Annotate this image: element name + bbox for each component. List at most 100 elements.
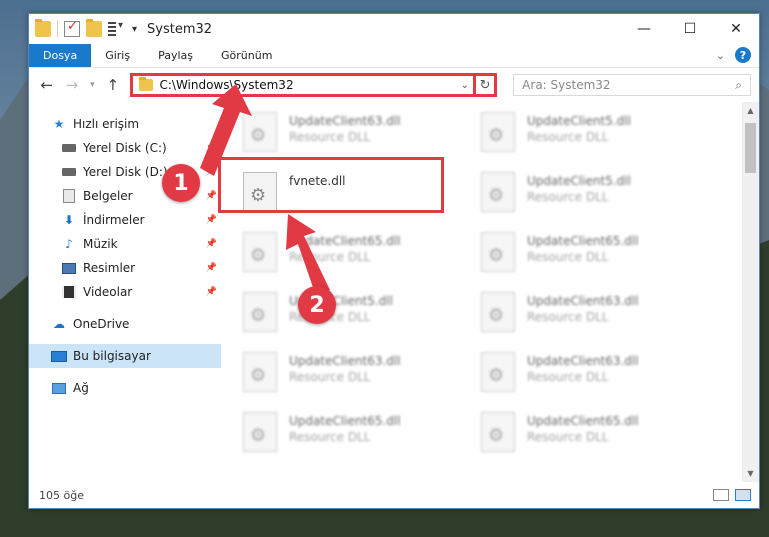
sidebar-item-label: Hızlı erişim <box>73 117 140 131</box>
address-bar[interactable]: C:\Windows\System32 ⌄ <box>130 73 476 97</box>
file-desc: Resource DLL <box>289 130 371 144</box>
sidebar-item-label: Bu bilgisayar <box>73 349 151 363</box>
pin-icon: 📌 <box>205 263 217 273</box>
expand-ribbon-icon[interactable]: ⌄ <box>716 49 725 62</box>
sidebar-item-this-pc[interactable]: Bu bilgisayar <box>29 344 221 368</box>
file-tile[interactable]: UpdateClient63.dll Resource DLL <box>481 292 719 332</box>
computer-icon <box>51 349 67 363</box>
address-path[interactable]: C:\Windows\System32 <box>159 78 456 92</box>
sidebar-item-label: Müzik <box>83 237 118 251</box>
file-name: UpdateClient63.dll <box>289 354 401 368</box>
folder-icon <box>35 19 51 37</box>
pictures-icon <box>61 261 77 275</box>
sidebar-item-downloads[interactable]: ⬇ İndirmeler 📌 <box>29 208 221 232</box>
title-bar: ▾ System32 — ☐ ✕ <box>29 14 759 44</box>
sidebar-item-onedrive[interactable]: ☁ OneDrive <box>29 312 221 336</box>
scroll-up-icon[interactable]: ▲ <box>742 102 759 119</box>
tab-home[interactable]: Giriş <box>91 44 144 67</box>
tab-view[interactable]: Görünüm <box>207 44 286 67</box>
window-title: System32 <box>147 21 213 37</box>
scroll-down-icon[interactable]: ▼ <box>742 465 759 482</box>
network-icon <box>51 381 67 395</box>
file-name: UpdateClient5.dll <box>527 174 631 188</box>
sidebar-item-label: Ağ <box>73 381 89 395</box>
search-icon[interactable]: ⌕ <box>735 78 742 93</box>
dll-file-icon <box>243 412 277 452</box>
address-folder-icon <box>139 77 154 91</box>
sidebar-item-disk-c[interactable]: Yerel Disk (C:) 📌 <box>29 136 221 160</box>
window-controls: — ☐ ✕ <box>621 14 759 44</box>
recent-locations-icon[interactable]: ▾ <box>88 80 98 90</box>
file-tile[interactable]: UpdateClient63.dll Resource DLL <box>243 352 481 392</box>
pin-icon: 📌 <box>205 191 217 201</box>
dll-file-icon <box>243 232 277 272</box>
file-desc: Resource DLL <box>527 430 609 444</box>
tab-share[interactable]: Paylaş <box>144 44 207 67</box>
minimize-button[interactable]: — <box>621 14 667 44</box>
sidebar-item-network[interactable]: Ağ <box>29 376 221 400</box>
scroll-thumb[interactable] <box>745 123 756 173</box>
file-tile[interactable]: UpdateClient65.dll Resource DLL <box>481 232 719 272</box>
properties-check-icon[interactable] <box>64 19 80 37</box>
file-name: UpdateClient65.dll <box>527 234 639 248</box>
dll-file-icon <box>481 412 515 452</box>
up-button[interactable]: ↑ <box>103 76 122 94</box>
new-folder-icon[interactable] <box>86 19 102 37</box>
file-tile[interactable]: UpdateClient5.dllResource DLL <box>481 172 719 212</box>
file-name: UpdateClient65.dll <box>289 234 401 248</box>
large-icons-view-icon[interactable] <box>735 489 751 501</box>
highlight-box-fvnete <box>218 157 444 213</box>
file-tile[interactable]: UpdateClient63.dll Resource DLL <box>481 352 719 392</box>
dll-file-icon <box>243 352 277 392</box>
item-count: 105 öğe <box>39 488 84 502</box>
sidebar-item-label: Yerel Disk (C:) <box>83 141 167 155</box>
back-button[interactable]: ← <box>37 76 56 94</box>
search-input[interactable] <box>522 78 736 92</box>
separator <box>57 21 58 37</box>
file-tile[interactable]: UpdateClient5.dllResource DLL <box>243 292 481 332</box>
cloud-icon: ☁ <box>53 317 65 331</box>
navigation-bar: ← → ▾ ↑ C:\Windows\System32 ⌄ ↻ ⌕ <box>29 68 759 102</box>
file-name: UpdateClient63.dll <box>289 114 401 128</box>
step-2-badge: 2 <box>298 286 336 324</box>
help-icon[interactable]: ? <box>735 47 751 63</box>
file-tile[interactable]: UpdateClient5.dllResource DLL <box>481 112 719 152</box>
address-dropdown-icon[interactable]: ⌄ <box>457 80 473 91</box>
qat-dropdown-icon[interactable]: ▾ <box>132 24 137 35</box>
download-icon: ⬇ <box>63 213 75 227</box>
file-desc: Resource DLL <box>527 370 609 384</box>
tab-file[interactable]: Dosya <box>29 44 92 67</box>
pin-icon: 📌 <box>205 143 217 153</box>
search-box[interactable]: ⌕ <box>513 74 751 96</box>
details-view-icon[interactable] <box>713 489 729 501</box>
quick-access-toolbar: ▾ <box>35 19 137 37</box>
view-buttons <box>713 489 751 501</box>
dll-file-icon <box>243 292 277 332</box>
file-desc: Resource DLL <box>289 250 371 264</box>
forward-button[interactable]: → <box>62 76 81 94</box>
file-tile[interactable]: UpdateClient65.dll Resource DLL <box>243 232 481 272</box>
dll-file-icon <box>481 172 515 212</box>
customize-icon[interactable] <box>108 20 126 36</box>
sidebar-item-quick-access[interactable]: ★ Hızlı erişim <box>29 112 221 136</box>
sidebar-item-label: Videolar <box>83 285 133 299</box>
ribbon-right: ⌄ ? <box>716 47 751 63</box>
file-desc: Resource DLL <box>289 430 371 444</box>
maximize-button[interactable]: ☐ <box>667 14 713 44</box>
file-tile[interactable]: UpdateClient65.dll Resource DLL <box>243 412 481 452</box>
pin-icon: 📌 <box>205 167 217 177</box>
file-tile[interactable]: UpdateClient65.dll Resource DLL <box>481 412 719 452</box>
refresh-button[interactable]: ↻ <box>475 73 498 97</box>
dll-file-icon <box>481 352 515 392</box>
file-desc: Resource DLL <box>289 370 371 384</box>
sidebar-item-pictures[interactable]: Resimler 📌 <box>29 256 221 280</box>
vertical-scrollbar[interactable]: ▲ ▼ <box>742 102 759 482</box>
file-tile[interactable]: UpdateClient63.dll Resource DLL <box>243 112 481 152</box>
step-1-badge: 1 <box>162 164 200 202</box>
file-name: UpdateClient63.dll <box>527 294 639 308</box>
dll-file-icon <box>481 292 515 332</box>
close-button[interactable]: ✕ <box>713 14 759 44</box>
sidebar-item-videos[interactable]: Videolar 📌 <box>29 280 221 304</box>
sidebar-item-label: İndirmeler <box>83 213 145 227</box>
sidebar-item-music[interactable]: ♪ Müzik 📌 <box>29 232 221 256</box>
